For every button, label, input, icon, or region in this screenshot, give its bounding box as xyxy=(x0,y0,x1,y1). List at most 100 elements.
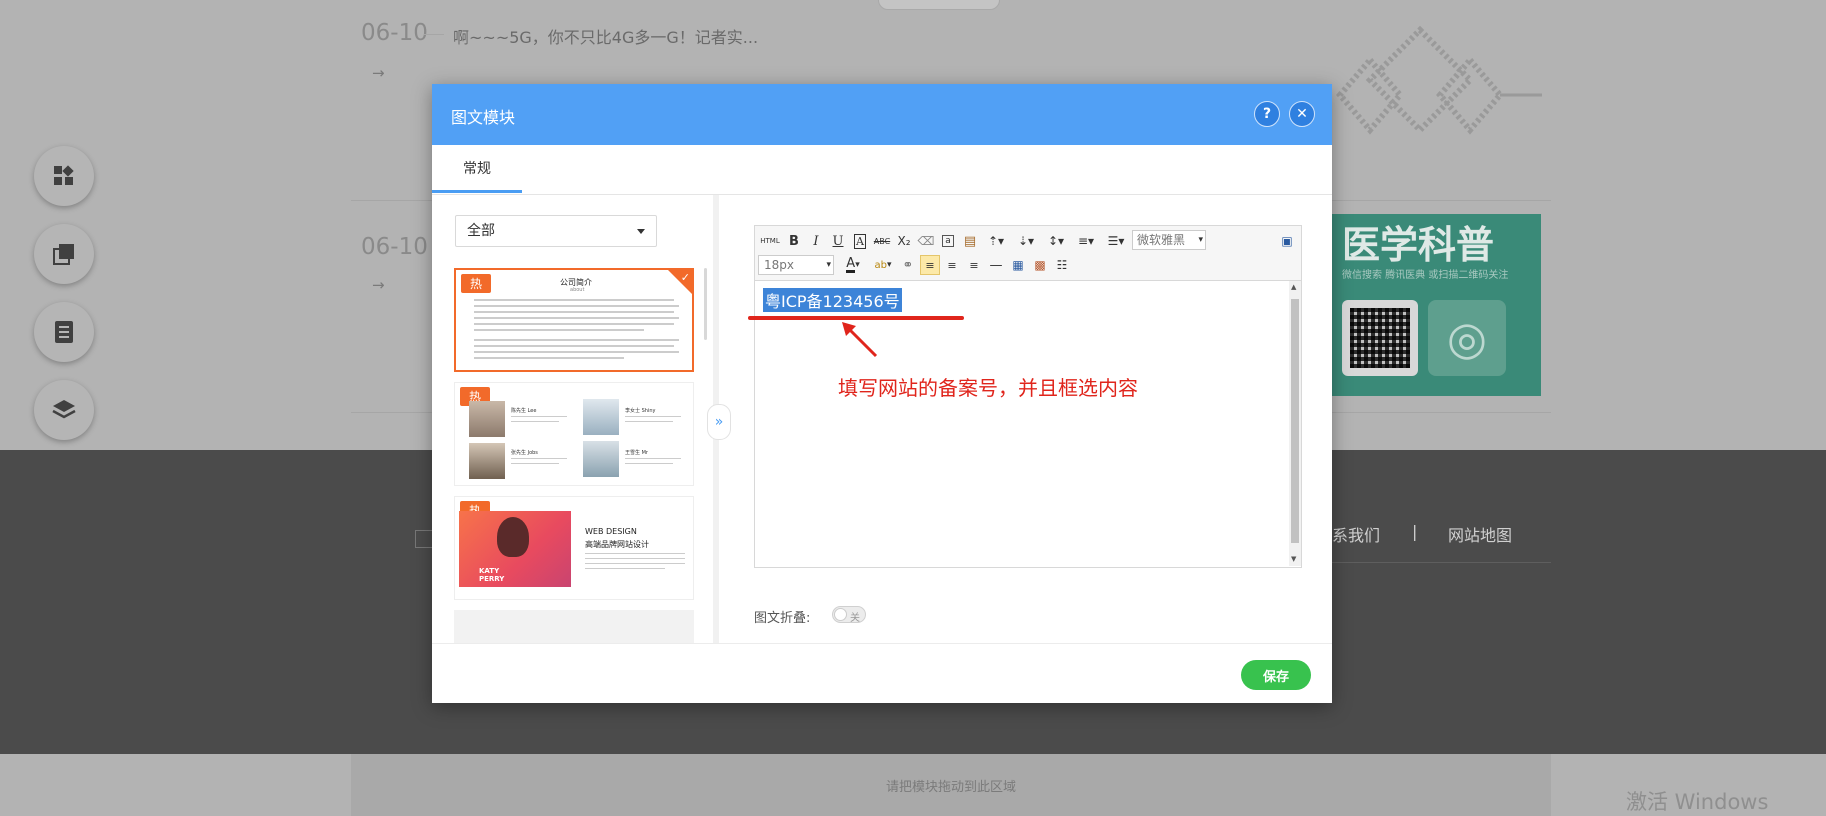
tab-general[interactable]: 常规 xyxy=(432,145,522,193)
unordered-list-icon[interactable]: ☰▾ xyxy=(1102,231,1130,251)
scroll-down-icon[interactable]: ▼ xyxy=(1291,555,1296,563)
font-color-button[interactable]: A ▾ xyxy=(838,255,868,275)
footer-divider xyxy=(1300,562,1551,563)
fingerprint-icon: ◎ xyxy=(1428,300,1506,376)
modules-button[interactable] xyxy=(34,146,94,206)
template-filter-select[interactable]: 全部 xyxy=(455,215,657,247)
close-icon[interactable]: ✕ xyxy=(1289,101,1315,127)
scroll-up-icon[interactable]: ▲ xyxy=(1291,283,1296,291)
autotype-icon[interactable]: a xyxy=(938,231,958,251)
html-source-button[interactable]: HTML xyxy=(758,231,782,251)
promo-subtitle: 微信搜索 腾讯医典 或扫描二维码关注 xyxy=(1342,270,1509,281)
person-name: 王雪生 Mr xyxy=(625,450,648,456)
font-color-icon: A xyxy=(846,256,856,273)
footer-separator: | xyxy=(1412,522,1418,541)
person-name: 张先生 Jobs xyxy=(511,450,538,456)
align-right-icon[interactable]: ≡ xyxy=(964,255,984,275)
strikethrough-button[interactable]: ABC xyxy=(872,231,892,251)
person-photo xyxy=(583,441,619,477)
person-name: 李女士 Shiny xyxy=(625,408,656,414)
align-left-icon[interactable]: ≡ xyxy=(920,255,940,275)
paste-text-icon[interactable]: ▤ xyxy=(960,231,980,251)
font-size-value: 18px xyxy=(764,258,794,272)
fold-label: 图文折叠: xyxy=(754,611,811,626)
person-photo xyxy=(469,401,505,437)
template-card[interactable] xyxy=(454,610,694,644)
horizontal-rule-icon[interactable]: — xyxy=(986,255,1006,275)
template-card[interactable]: 热 KATY PERRY WEB DESIGN 高端品牌网站设计 xyxy=(454,496,694,600)
qr-code xyxy=(1342,300,1418,376)
template-icon[interactable]: ☷ xyxy=(1052,255,1072,275)
tab-bar: 常规 xyxy=(432,145,1332,195)
font-family-select[interactable]: 微软雅黑 ▾ xyxy=(1132,230,1206,250)
highlight-color-button[interactable]: ab ▾ xyxy=(870,255,896,275)
bold-button[interactable]: B xyxy=(784,231,804,251)
font-size-select[interactable]: 18px ▾ xyxy=(758,255,834,275)
scroll-top-handle[interactable] xyxy=(878,0,1000,10)
underline-button[interactable]: U xyxy=(828,231,848,251)
line-height-icon[interactable]: ↕▾ xyxy=(1042,231,1070,251)
fullscreen-icon[interactable]: ▣ xyxy=(1277,231,1297,251)
template-subheading: about xyxy=(570,287,585,293)
news-connector xyxy=(424,34,444,35)
promo-banner[interactable]: 医学科普 微信搜索 腾讯医典 或扫描二维码关注 ◎ xyxy=(1332,214,1541,396)
template-card[interactable]: 热 陈先生 Lee 李女士 Shiny 张先生 Jobs 王雪生 Mr xyxy=(454,382,694,486)
chevron-down-icon: ▾ xyxy=(826,260,831,270)
align-center-icon[interactable]: ≡ xyxy=(942,255,962,275)
subscript-button[interactable]: X₂ xyxy=(894,231,914,251)
dialog-header: 图文模块 ? ✕ xyxy=(432,84,1332,145)
footer-link-contact[interactable]: 系我们 xyxy=(1332,522,1380,546)
font-family-value: 微软雅黑 xyxy=(1137,233,1186,247)
windows-activation-watermark: 激活 Windows xyxy=(1626,790,1769,814)
table-icon[interactable]: ▦ xyxy=(1008,255,1028,275)
font-border-button[interactable]: A xyxy=(850,231,870,251)
page-button[interactable] xyxy=(34,302,94,362)
person-photo xyxy=(583,399,619,435)
promo-title: 医学科普 xyxy=(1342,223,1495,267)
row-spacing-top-icon[interactable]: ⇡▾ xyxy=(982,231,1010,251)
fold-toggle-state: 关 xyxy=(850,613,860,624)
font-border-icon: A xyxy=(854,233,866,249)
news-arrow-icon[interactable]: → xyxy=(372,64,385,82)
template-list: 热 ✓ 公司简介 about 热 陈先生 Lee 李女士 Shiny 张先生 J… xyxy=(454,268,700,644)
editor-toolbar: HTML B I U A ABC X₂ ⌫ a ▤ ⇡▾ ⇣▾ ↕▾ ≡▾ ☰▾… xyxy=(754,225,1302,281)
fold-toggle[interactable]: 关 xyxy=(832,606,866,624)
help-icon[interactable]: ? xyxy=(1254,101,1280,127)
copy-button[interactable] xyxy=(34,224,94,284)
chevron-down-icon xyxy=(637,229,645,234)
person-photo xyxy=(469,443,505,479)
template-subline: 高端品牌网站设计 xyxy=(585,540,649,549)
icp-number-text[interactable]: 粤ICP备123456号 xyxy=(763,288,902,312)
template-card[interactable]: 热 ✓ 公司简介 about xyxy=(454,268,694,372)
annotation-arrow-icon xyxy=(842,322,878,358)
template-filter-value: 全部 xyxy=(467,223,495,239)
template-list-scrollbar[interactable] xyxy=(704,268,707,340)
drop-zone[interactable]: 请把模块拖动到此区域 xyxy=(351,754,1551,816)
italic-button[interactable]: I xyxy=(806,231,826,251)
editor-scrollbar[interactable]: ▲ ▼ xyxy=(1289,281,1301,566)
modules-icon xyxy=(54,165,74,185)
dialog-title: 图文模块 xyxy=(451,108,516,127)
link-icon[interactable]: ⚭ xyxy=(898,255,918,275)
news-date: 06-10 xyxy=(361,234,428,260)
image-text-module-dialog: 图文模块 ? ✕ 常规 全部 热 ✓ 公司简介 about 热 陈先生 Lee … xyxy=(432,84,1332,703)
footer-logo-placeholder xyxy=(415,530,433,548)
row-spacing-bottom-icon[interactable]: ⇣▾ xyxy=(1012,231,1040,251)
rich-text-editor[interactable]: 粤ICP备123456号 ▲ ▼ xyxy=(754,281,1302,568)
annotation-text: 填写网站的备案号，并且框选内容 xyxy=(838,376,1138,400)
news-title[interactable]: 啊~~~5G，你不只比4G多一G！记者实... xyxy=(453,24,758,48)
layers-icon xyxy=(52,400,76,419)
eraser-icon[interactable]: ⌫ xyxy=(916,231,936,251)
news-arrow-icon[interactable]: → xyxy=(372,276,385,294)
chevron-down-icon: ▾ xyxy=(1198,235,1203,245)
footer-divider xyxy=(432,643,1332,644)
collapse-icon[interactable]: » xyxy=(707,404,731,440)
layers-button[interactable] xyxy=(34,380,94,440)
footer-link-sitemap[interactable]: 网站地图 xyxy=(1448,522,1512,546)
image-icon[interactable]: ▩ xyxy=(1030,255,1050,275)
save-button[interactable]: 保存 xyxy=(1241,660,1311,690)
poster-caption: KATY PERRY xyxy=(479,567,505,583)
ordered-list-icon[interactable]: ≡▾ xyxy=(1072,231,1100,251)
news-date: 06-10 xyxy=(361,20,428,46)
poster-image: KATY PERRY xyxy=(459,511,571,587)
